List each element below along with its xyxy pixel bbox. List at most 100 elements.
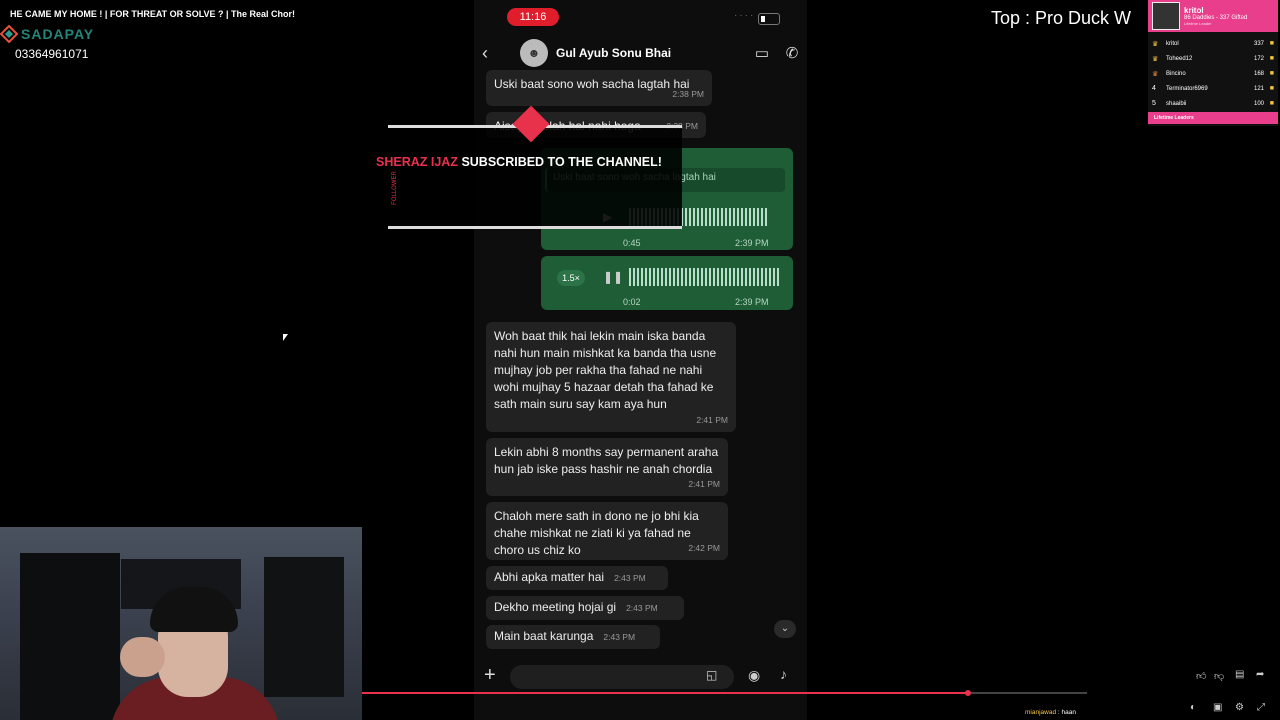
message-input[interactable] (510, 665, 734, 689)
chevron-down-icon: ⌄ (780, 623, 790, 634)
message-time: 2:39 PM (735, 238, 769, 248)
autoplay-toggle-icon[interactable]: ◐ (1190, 702, 1196, 713)
leader-name: kritol (1184, 6, 1204, 15)
leaderboard-username: kritol (1166, 40, 1179, 47)
pause-icon[interactable]: ❚❚ (603, 270, 623, 284)
sadapay-icon (0, 25, 18, 43)
avatar (1152, 2, 1180, 30)
playback-speed-button[interactable]: 1.5× (557, 270, 585, 286)
sticker-icon[interactable]: ◱ (706, 668, 717, 682)
leaderboard-rank: 5 (1152, 100, 1156, 107)
sponsor-name: SADAPAY (21, 26, 95, 42)
voice-duration: 0:45 (623, 238, 641, 248)
leaderboard-row: ♛ Toheed12 172 ■ (1152, 51, 1274, 66)
gift-icon: ■ (1269, 70, 1274, 77)
stream-title: HE CAME MY HOME ! | FOR THREAT OR SOLVE … (10, 9, 296, 19)
leaderboard-score: 168 (1253, 70, 1264, 77)
leaderboard-footer: Lifetime Leaders (1148, 112, 1278, 124)
chat-username: mianjawad (1025, 709, 1057, 716)
leaderboard-score: 100 (1253, 100, 1264, 107)
microphone-icon[interactable]: ♪ (780, 666, 787, 682)
progress-fill (362, 692, 969, 694)
message-text: Main baat karunga (494, 629, 594, 643)
plus-icon[interactable]: + (484, 664, 496, 687)
sponsor-logo: SADAPAY (0, 25, 94, 43)
gift-icon: ■ (1269, 55, 1274, 62)
message-text: Uski baat sono woh sacha lagtah hai (494, 77, 690, 91)
message-time: 2:43 PM (626, 603, 658, 613)
message-text: Abhi apka matter hai (494, 570, 605, 584)
chat-header: ‹ ☻ Gul Ayub Sonu Bhai ▭ ✆ (474, 36, 807, 70)
mouse-cursor (283, 334, 288, 341)
message-time: 2:43 PM (603, 632, 636, 642)
gift-icon: ■ (1269, 85, 1274, 92)
signal-icon: ···· (734, 10, 756, 21)
alert-text: SUBSCRIBED TO THE CHANNEL! (461, 155, 662, 169)
back-arrow-icon[interactable]: ‹ (482, 43, 496, 64)
leader-caption: Lifetime Leader (1184, 21, 1212, 26)
like-icon[interactable]: 👍︎ (1196, 670, 1206, 682)
message-text: Lekin abhi 8 months say permanent araha … (494, 445, 719, 476)
leaderboard-score: 121 (1253, 85, 1264, 92)
leaderboard-row: 4 Terminator6969 121 ■ (1152, 81, 1274, 96)
leaderboard-username: Toheed12 (1166, 55, 1193, 62)
video-progress-bar[interactable] (362, 690, 1087, 696)
webcam-feed (0, 527, 362, 720)
gift-icon: ■ (1269, 100, 1274, 107)
phone-chat-screen: 11:16 ···· ‹ ☻ Gul Ayub Sonu Bhai ▭ ✆ Us… (474, 0, 807, 720)
message-bubble: Uski baat sono woh sacha lagtah hai 2:38… (486, 70, 712, 106)
voice-message: 1.5× ❚❚ 0:02 2:39 PM (541, 256, 793, 310)
subtitles-icon[interactable]: ▣ (1213, 702, 1222, 713)
message-composer: + ◱ ◉ ♪ (474, 662, 807, 692)
subscriber-alert: SHERAZ IJAZ SUBSCRIBED TO THE CHANNEL! F… (376, 105, 682, 229)
live-chat-line: mianjawad : haan (1025, 709, 1076, 716)
top-donor-banner: Top : Pro Duck W (991, 8, 1132, 28)
phone-call-icon[interactable]: ✆ (777, 44, 807, 62)
avatar[interactable]: ☻ (520, 39, 548, 67)
message-text: Chaloh mere sath in dono ne jo bhi kia c… (494, 509, 699, 557)
leaderboard-score: 337 (1253, 40, 1264, 47)
leaderboard-username: Terminator6969 (1166, 85, 1208, 92)
message-time: 2:42 PM (688, 543, 720, 553)
message-bubble: Dekho meeting hojai gi 2:43 PM (486, 596, 684, 620)
message-time: 2:41 PM (696, 415, 728, 425)
message-text: Dekho meeting hojai gi (494, 600, 617, 614)
alert-message: SHERAZ IJAZ SUBSCRIBED TO THE CHANNEL! (376, 155, 662, 169)
crown-icon: ♛ (1152, 70, 1159, 78)
message-bubble: Lekin abhi 8 months say permanent araha … (486, 438, 728, 496)
leaderboard-username: Bincino (1166, 70, 1186, 77)
message-time: 2:39 PM (735, 297, 769, 307)
chat-text: : haan (1057, 709, 1076, 716)
waveform[interactable] (629, 268, 779, 286)
message-bubble: Chaloh mere sath in dono ne jo bhi kia c… (486, 502, 728, 560)
battery-icon (758, 13, 780, 25)
contact-phone: 03364961071 (15, 47, 89, 61)
message-bubble: Woh baat thik hai lekin main iska banda … (486, 322, 736, 432)
camera-icon[interactable]: ◉ (748, 667, 760, 684)
scroll-down-button[interactable]: ⌄ (774, 620, 796, 638)
share-icon[interactable]: ➦ (1256, 669, 1264, 680)
leaderboard-row: ♛ Bincino 168 ■ (1152, 66, 1274, 81)
crown-icon: ♛ (1152, 40, 1159, 48)
message-text: Woh baat thik hai lekin main iska banda … (494, 329, 717, 411)
fullscreen-icon[interactable]: ⤢ (1257, 702, 1265, 713)
contact-name[interactable]: Gul Ayub Sonu Bhai (556, 46, 747, 60)
comment-icon[interactable]: ▤ (1235, 669, 1244, 680)
settings-icon[interactable]: ⚙ (1235, 702, 1244, 713)
alert-username: SHERAZ IJAZ (376, 155, 458, 169)
message-bubble: Abhi apka matter hai 2:43 PM (486, 566, 668, 590)
status-clock: 11:16 (507, 8, 559, 26)
leaderboard-score: 172 (1253, 55, 1264, 62)
leaderboard-widget: kritol 86 Daddies - 337 Gifted Lifetime … (1148, 0, 1278, 126)
message-bubble: Main baat karunga 2:43 PM (486, 625, 660, 649)
crown-icon: ♛ (1152, 55, 1159, 63)
leaderboard-header: kritol 86 Daddies - 337 Gifted Lifetime … (1148, 0, 1278, 32)
alert-label: FOLLOWER (391, 171, 398, 205)
gift-icon: ■ (1269, 40, 1274, 47)
dislike-icon[interactable]: 👎︎ (1214, 670, 1224, 682)
leaderboard-row: ♛ kritol 337 ■ (1152, 36, 1274, 51)
video-call-icon[interactable]: ▭ (747, 44, 777, 62)
message-time: 2:38 PM (672, 89, 704, 99)
scrub-handle[interactable] (965, 690, 972, 696)
voice-duration: 0:02 (623, 297, 641, 307)
